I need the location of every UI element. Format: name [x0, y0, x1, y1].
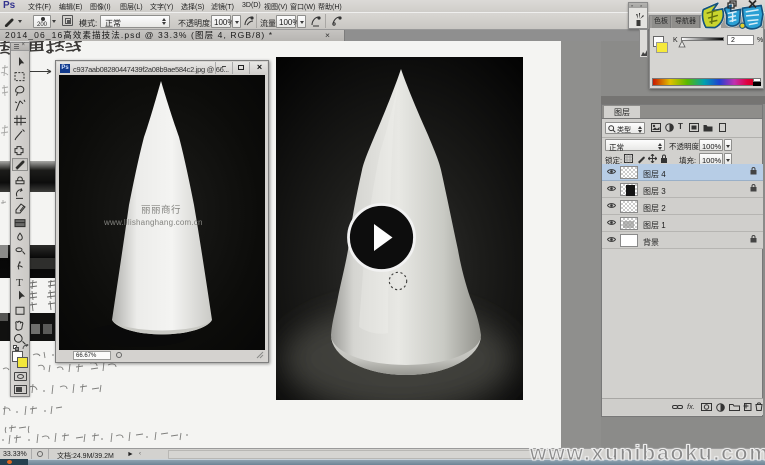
svg-text:T: T — [16, 277, 23, 289]
svg-text:www.lilishanghang.com.cn: www.lilishanghang.com.cn — [103, 218, 203, 227]
svg-text:丽丽商行: 丽丽商行 — [141, 204, 181, 216]
